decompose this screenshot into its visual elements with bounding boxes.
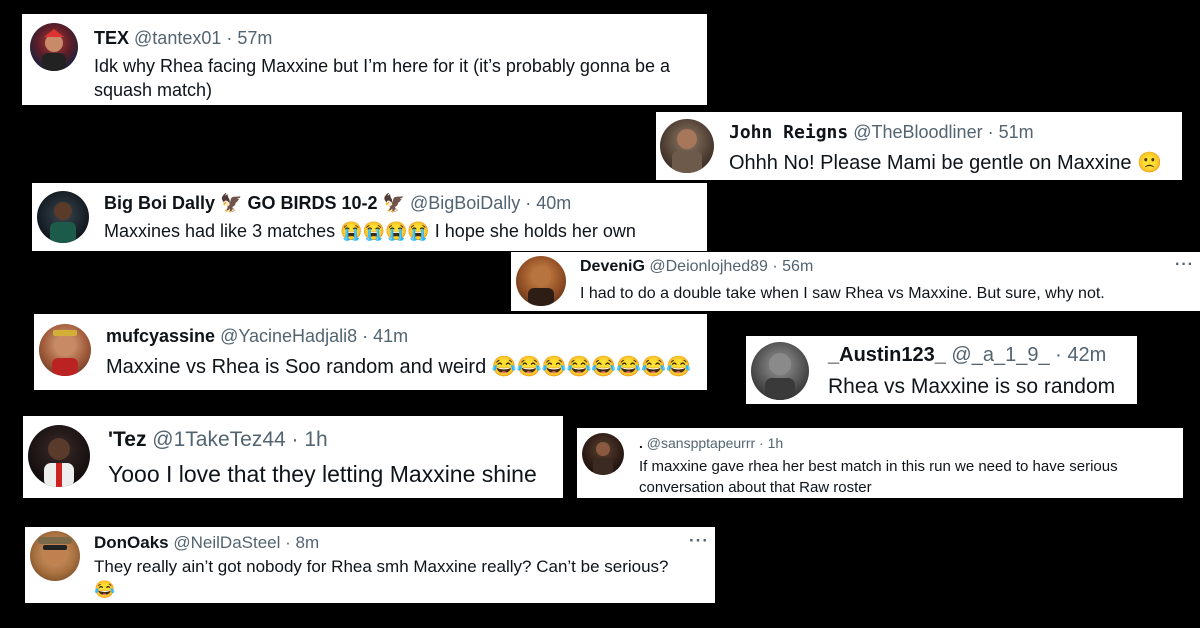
display-name[interactable]: DonOaks xyxy=(94,533,169,552)
display-name[interactable]: _Austin123_ xyxy=(828,344,946,366)
handle-and-time[interactable]: @tantex01 · 57m xyxy=(134,28,272,48)
tears-of-joy-emoji-icon: 😂😂😂😂😂😂😂😂 xyxy=(491,356,691,378)
avatar[interactable] xyxy=(660,119,714,173)
avatar-image-icon xyxy=(528,266,554,306)
display-name[interactable]: mufcyassine xyxy=(106,326,215,346)
tweet-card-tez[interactable]: 'Tez @1TakeTez44 · 1h Yooo I love that t… xyxy=(23,416,563,498)
tweet-text-line-1: If maxxine gave rhea her best match in t… xyxy=(639,458,1118,475)
handle-and-time[interactable]: @Deionlojhed89 · 56m xyxy=(649,258,813,275)
handle-and-time[interactable]: @BigBoiDally · 40m xyxy=(410,193,571,213)
tweet-card-mufcyassine[interactable]: mufcyassine @YacineHadjali8 · 41m Maxxin… xyxy=(34,314,707,390)
tears-of-joy-emoji-icon: 😂 xyxy=(94,580,116,599)
tweet-text-continued: I hope she holds her own xyxy=(434,221,636,241)
handle-and-time[interactable]: @NeilDaSteel · 8m xyxy=(173,533,319,552)
display-name[interactable]: TEX xyxy=(94,28,129,48)
tweet-text: Maxxines had like 3 matches xyxy=(104,221,336,241)
handle-and-time[interactable]: @_a_1_9_ · 42m xyxy=(951,344,1106,366)
avatar[interactable] xyxy=(582,433,624,475)
avatar-image-icon xyxy=(593,442,613,475)
avatar-image-icon xyxy=(765,353,795,400)
tweet-card-big-boi-dally[interactable]: Big Boi Dally 🦅 GO BIRDS 10-2 🦅 @BigBoiD… xyxy=(32,183,707,251)
tweet-card-austin123[interactable]: _Austin123_ @_a_1_9_ · 42m Rhea vs Maxxi… xyxy=(746,336,1137,404)
tweet-card-devenig[interactable]: DeveniG @Deionlojhed89 · 56m ··· I had t… xyxy=(511,252,1200,311)
display-name[interactable]: John Reigns xyxy=(729,122,848,143)
avatar[interactable] xyxy=(37,191,89,243)
handle-and-time[interactable]: @sanspptapeurrr · 1h xyxy=(647,435,783,451)
avatar[interactable] xyxy=(751,342,809,400)
tweet-text: Rhea vs Maxxine is so random xyxy=(828,375,1116,398)
display-name[interactable]: . xyxy=(639,435,643,451)
tweet-text: Ohhh No! Please Mami be gentle on Maxxin… xyxy=(729,152,1132,174)
tweet-text-line-2: squash match) xyxy=(94,80,213,100)
avatar[interactable] xyxy=(516,256,566,306)
handle-and-time[interactable]: @1TakeTez44 · 1h xyxy=(152,428,327,451)
more-options-icon[interactable]: ··· xyxy=(689,531,709,551)
avatar[interactable] xyxy=(30,531,80,581)
tweet-text-line-2: conversation about that Raw roster xyxy=(639,479,872,496)
avatar-image-icon xyxy=(44,438,74,487)
eagle-emoji-icon: 🦅 xyxy=(382,193,405,213)
eagle-emoji-icon: 🦅 xyxy=(220,193,243,213)
avatar[interactable] xyxy=(30,23,78,71)
avatar-image-icon xyxy=(52,330,78,376)
tweet-text: Yooo I love that they letting Maxxine sh… xyxy=(108,461,537,487)
display-name[interactable]: 'Tez xyxy=(108,428,146,451)
more-options-icon[interactable]: ··· xyxy=(1175,256,1194,274)
display-name-suffix[interactable]: GO BIRDS 10-2 xyxy=(247,193,377,213)
avatar-image-icon xyxy=(42,29,66,71)
loudly-crying-emoji-icon: 😭😭😭😭 xyxy=(340,221,430,241)
tweet-card-sansspptapeurrr[interactable]: . @sanspptapeurrr · 1h If maxxine gave r… xyxy=(577,428,1183,498)
tweet-card-john-reigns[interactable]: John Reigns @TheBloodliner · 51m Ohhh No… xyxy=(656,112,1182,180)
tweet-text: They really ain’t got nobody for Rhea sm… xyxy=(94,557,669,576)
avatar-image-icon xyxy=(38,537,72,564)
handle-and-time[interactable]: @TheBloodliner · 51m xyxy=(853,122,1033,142)
display-name[interactable]: DeveniG xyxy=(580,258,645,275)
handle-and-time[interactable]: @YacineHadjali8 · 41m xyxy=(220,326,408,346)
avatar[interactable] xyxy=(28,425,90,487)
avatar[interactable] xyxy=(39,324,91,376)
tweet-text: Maxxine vs Rhea is Soo random and weird xyxy=(106,356,487,378)
tweet-text: I had to do a double take when I saw Rhe… xyxy=(580,285,1105,302)
display-name[interactable]: Big Boi Dally xyxy=(104,193,215,213)
tweet-card-tex[interactable]: TEX @tantex01 · 57m Idk why Rhea facing … xyxy=(22,14,707,105)
avatar-image-icon xyxy=(50,202,76,243)
avatar-image-icon xyxy=(672,129,702,173)
tweet-text-line-1: Idk why Rhea facing Maxxine but I’m here… xyxy=(94,56,670,76)
frowning-face-emoji-icon: 🙁 xyxy=(1137,152,1162,174)
tweet-card-donoaks[interactable]: DonOaks @NeilDaSteel · 8m ··· They reall… xyxy=(25,527,715,603)
